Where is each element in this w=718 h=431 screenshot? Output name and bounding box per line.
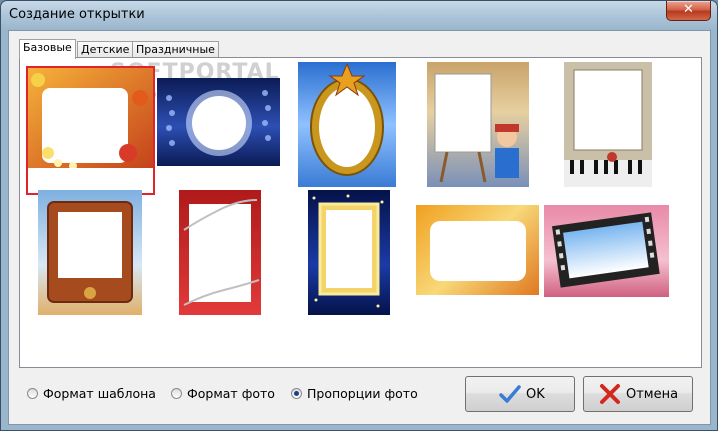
close-icon: ✕ (683, 2, 694, 17)
film-strip-image (552, 212, 660, 288)
window-title: Создание открытки (9, 7, 145, 22)
template-thumb-red-chain[interactable] (179, 190, 261, 315)
dialog-window: Создание открытки ✕ Базовые Детские Праз… (0, 0, 718, 431)
radio-photo-format[interactable] (171, 388, 182, 399)
title-bar[interactable]: Создание открытки ✕ (1, 1, 717, 31)
template-thumb-starry-night[interactable] (308, 190, 390, 315)
autumn-leaves-image (430, 221, 526, 281)
template-thumb-autumn-leaves[interactable] (416, 205, 539, 295)
blue-night-image (166, 90, 271, 156)
ok-button[interactable]: OK (465, 376, 575, 412)
dialog-client: Базовые Детские Праздничные SOFTPORTAL w… (8, 30, 711, 425)
template-thumb-blue-night-circle[interactable] (157, 78, 280, 166)
template-thumb-vintage-piano[interactable] (564, 62, 652, 187)
template-thumb-ornate-wood[interactable] (38, 190, 142, 315)
tab-holiday[interactable]: Праздничные (132, 41, 219, 58)
close-button[interactable]: ✕ (666, 1, 711, 21)
radio-photo-proportions[interactable] (291, 388, 302, 399)
gold-oval-image (310, 62, 384, 176)
checkmark-icon (499, 385, 521, 403)
template-thumb-gold-oval[interactable] (298, 62, 396, 187)
tab-kids[interactable]: Детские (77, 41, 134, 58)
vintage-piano-image (564, 62, 652, 187)
template-thumb-autumn-flowers[interactable] (26, 66, 155, 195)
starry-night-image (312, 194, 384, 308)
painter-easel-image (434, 73, 519, 183)
cancel-button[interactable]: Отмена (583, 376, 693, 412)
templates-panel: SOFTPORTAL www.softportal.com (19, 57, 702, 368)
autumn-flowers-image (28, 68, 153, 193)
radio-template-format[interactable] (27, 388, 38, 399)
cancel-x-icon (600, 384, 620, 404)
tab-basic[interactable]: Базовые (19, 39, 76, 59)
red-chain-image (183, 199, 260, 306)
ornate-wood-image (47, 201, 133, 303)
template-thumb-film-strip[interactable] (544, 205, 669, 297)
template-thumb-painter-easel[interactable] (427, 62, 529, 187)
